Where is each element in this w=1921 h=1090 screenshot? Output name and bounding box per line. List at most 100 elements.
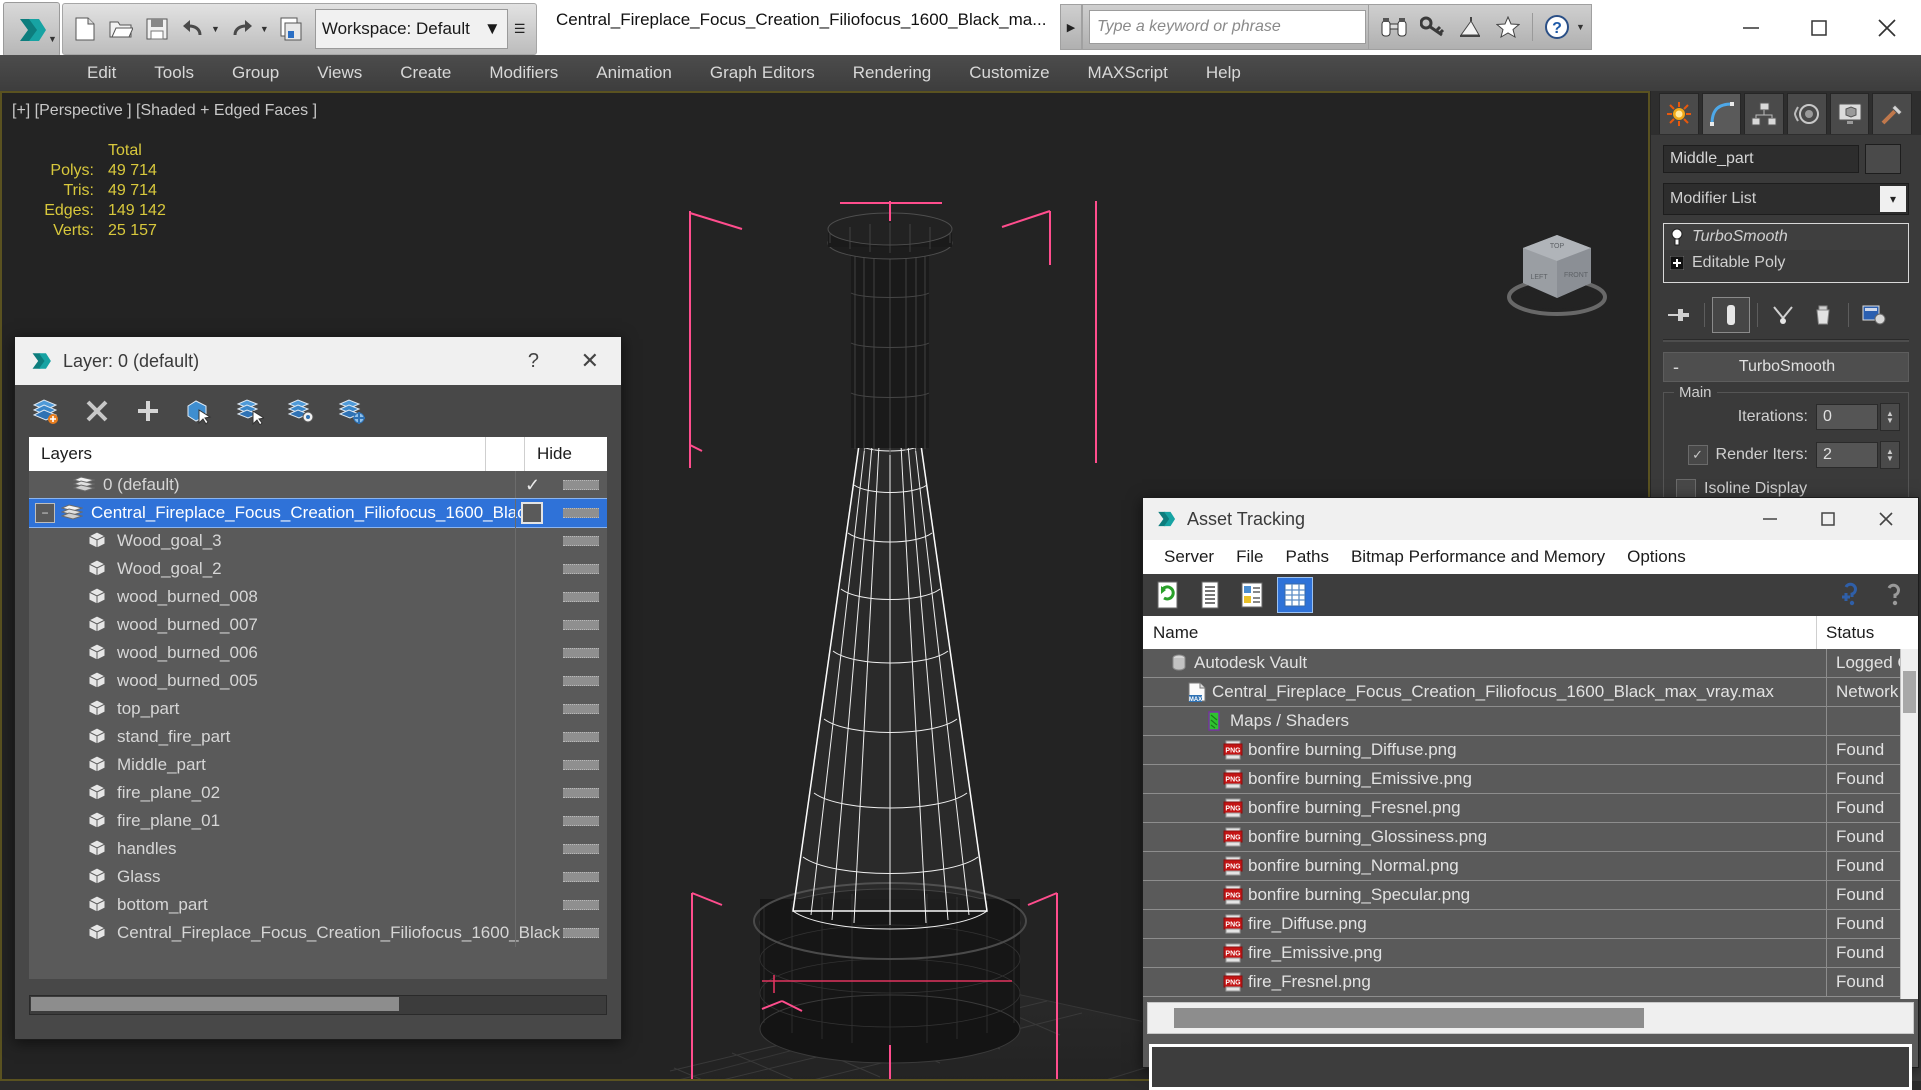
help-question-icon[interactable] [1880, 581, 1908, 609]
help-add-icon[interactable] [1838, 581, 1866, 609]
grid-view-icon[interactable] [1277, 577, 1313, 613]
menu-item-create[interactable]: Create [381, 55, 470, 91]
expand-collapse-icon[interactable]: − [35, 503, 55, 523]
workspace-overflow-icon[interactable]: ☰ [508, 9, 532, 49]
close-button[interactable] [1858, 498, 1914, 540]
select-objects-in-layer-icon[interactable] [182, 394, 216, 428]
layer-dialog[interactable]: Layer: 0 (default) ? ✕ Layers Hide 0 (de… [14, 336, 622, 1040]
layer-row-hide-cell[interactable] [515, 527, 607, 555]
column-header-status[interactable]: Status [1817, 623, 1918, 643]
asset-row[interactable]: PNG fire_Fresnel.png Found [1143, 968, 1918, 997]
object-name-field[interactable] [1663, 145, 1859, 173]
new-file-icon[interactable] [67, 9, 103, 49]
redo-icon[interactable] [224, 9, 260, 49]
application-menu-button[interactable] [3, 2, 60, 57]
asset-name-cell[interactable]: PNG fire_Fresnel.png [1143, 972, 1826, 992]
hide-toggle-icon[interactable] [563, 900, 599, 910]
layer-list-row[interactable]: wood_burned_007 [29, 611, 607, 639]
layer-list-row[interactable]: wood_burned_006 [29, 639, 607, 667]
layer-list-horizontal-scrollbar[interactable] [29, 995, 607, 1015]
remove-modifier-icon[interactable] [1805, 298, 1841, 332]
menu-item-file[interactable]: File [1225, 547, 1274, 567]
asset-name-cell[interactable]: PNG bonfire burning_Fresnel.png [1143, 798, 1826, 818]
modifier-stack-item-turbosmooth[interactable]: TurboSmooth [1664, 224, 1908, 250]
create-new-layer-icon[interactable] [29, 394, 63, 428]
layer-row-hide-cell[interactable] [515, 835, 607, 863]
menu-item-group[interactable]: Group [213, 55, 298, 91]
select-highlighted-layer-icon[interactable] [233, 394, 267, 428]
menu-item-bitmap-performance-and-memory[interactable]: Bitmap Performance and Memory [1340, 547, 1616, 567]
configure-sets-icon[interactable] [1856, 298, 1892, 332]
asset-name-cell[interactable]: PNG bonfire burning_Diffuse.png [1143, 740, 1826, 760]
asset-row[interactable]: PNG bonfire burning_Diffuse.png Found [1143, 736, 1918, 765]
menu-item-modifiers[interactable]: Modifiers [470, 55, 577, 91]
rollout-collapse-icon[interactable]: - [1664, 357, 1688, 378]
asset-tracking-dialog[interactable]: Asset Tracking Server File Paths Bitmap … [1142, 497, 1919, 1090]
asset-row[interactable]: Maps / Shaders [1143, 707, 1918, 736]
column-header-name[interactable]: Name [1143, 623, 1816, 643]
hide-toggle-icon[interactable] [563, 788, 599, 798]
layer-row-hide-cell[interactable] [515, 499, 607, 527]
object-color-swatch[interactable] [1865, 144, 1901, 174]
satellite-dish-icon[interactable] [1451, 7, 1489, 47]
layer-row-hide-cell[interactable] [515, 639, 607, 667]
iterations-value[interactable]: 0 [1816, 404, 1878, 430]
star-icon[interactable] [1489, 7, 1527, 47]
asset-name-cell[interactable]: MAX Central_Fireplace_Focus_Creation_Fili… [1143, 682, 1826, 702]
delete-highlighted-layer-icon[interactable] [80, 394, 114, 428]
layer-list-row[interactable]: bottom_part [29, 891, 607, 919]
layer-row-hide-cell[interactable] [515, 583, 607, 611]
details-view-icon[interactable] [1235, 578, 1269, 612]
menu-item-server[interactable]: Server [1153, 547, 1225, 567]
modifier-list-dropdown[interactable]: Modifier List ▾ [1663, 183, 1909, 215]
hide-toggle-icon[interactable] [563, 480, 599, 490]
hide-toggle-icon[interactable] [563, 536, 599, 546]
layer-list-row[interactable]: top_part [29, 695, 607, 723]
hide-toggle-icon[interactable] [563, 928, 599, 938]
menu-item-views[interactable]: Views [298, 55, 381, 91]
hide-toggle-icon[interactable] [563, 760, 599, 770]
layer-properties-icon[interactable] [335, 394, 369, 428]
menu-item-customize[interactable]: Customize [950, 55, 1068, 91]
asset-grid[interactable]: Name Status Autodesk Vault Logged O MAX Cen… [1143, 616, 1918, 999]
hide-toggle-icon[interactable] [563, 564, 599, 574]
scrollbar-thumb[interactable] [1174, 1008, 1644, 1028]
layer-row-hide-cell[interactable] [515, 919, 607, 947]
key-icon[interactable] [1413, 7, 1451, 47]
layer-list-row[interactable]: 0 (default) ✓ [29, 471, 607, 499]
help-icon[interactable]: ? [1538, 7, 1576, 47]
layer-list-row[interactable]: Wood_goal_2 [29, 555, 607, 583]
menu-item-maxscript[interactable]: MAXScript [1069, 55, 1187, 91]
layer-row-hide-cell[interactable] [515, 863, 607, 891]
workspace-selector[interactable]: Workspace: Default ▼ [314, 9, 508, 49]
column-header-layers[interactable]: Layers [29, 444, 485, 464]
hide-toggle-icon[interactable] [563, 704, 599, 714]
asset-name-cell[interactable]: PNG fire_Diffuse.png [1143, 914, 1826, 934]
create-tab[interactable] [1659, 93, 1699, 134]
layer-list[interactable]: 0 (default) ✓ − Central_Fireplace_Focus_Cre… [29, 471, 607, 979]
layer-list-row[interactable]: handles [29, 835, 607, 863]
asset-row[interactable]: PNG bonfire burning_Emissive.png Found [1143, 765, 1918, 794]
layer-row-hide-cell[interactable] [515, 891, 607, 919]
layer-row-hide-cell[interactable] [515, 751, 607, 779]
minimize-button[interactable] [1742, 498, 1798, 540]
layer-row-hide-cell[interactable] [515, 695, 607, 723]
asset-row[interactable]: Autodesk Vault Logged O [1143, 649, 1918, 678]
menu-item-tools[interactable]: Tools [135, 55, 213, 91]
rollout-header[interactable]: - TurboSmooth [1663, 352, 1909, 382]
display-tab[interactable] [1829, 93, 1870, 134]
refresh-assets-icon[interactable] [1151, 578, 1185, 612]
hide-toggle-icon[interactable] [563, 508, 599, 518]
modify-tab[interactable] [1701, 93, 1742, 134]
layer-list-row[interactable]: Wood_goal_3 [29, 527, 607, 555]
scrollbar-thumb[interactable] [31, 997, 399, 1011]
asset-name-cell[interactable]: PNG fire_Emissive.png [1143, 943, 1826, 963]
layer-list-row[interactable]: wood_burned_008 [29, 583, 607, 611]
hide-toggle-icon[interactable] [563, 816, 599, 826]
help-dropdown-icon[interactable]: ▼ [1576, 22, 1585, 32]
layer-row-hide-cell[interactable] [515, 723, 607, 751]
asset-name-cell[interactable]: Autodesk Vault [1143, 653, 1826, 673]
menu-item-paths[interactable]: Paths [1274, 547, 1339, 567]
modifier-stack-item-editable-poly[interactable]: Editable Poly [1664, 250, 1908, 276]
close-button[interactable] [1853, 0, 1921, 55]
